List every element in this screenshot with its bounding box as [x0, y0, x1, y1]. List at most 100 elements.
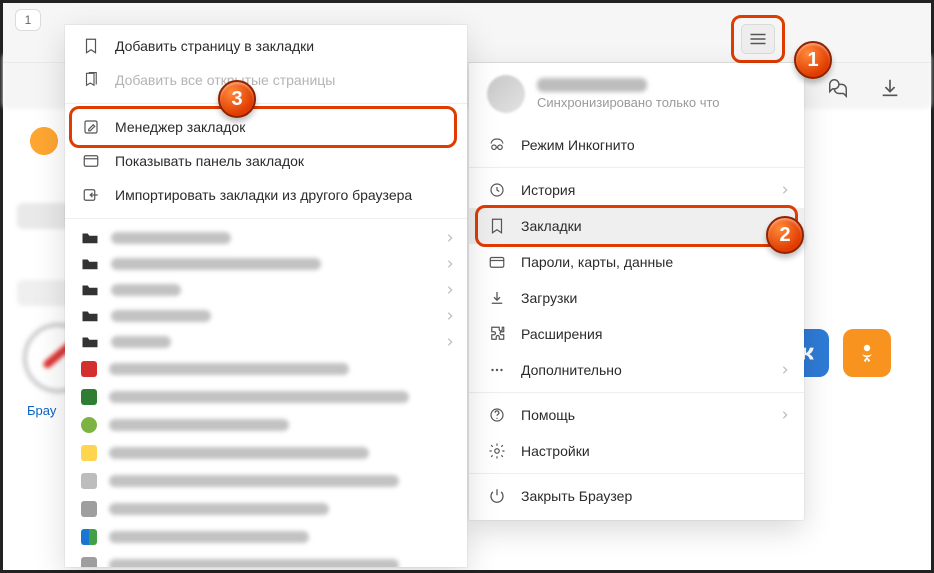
- callout-badge-2: 2: [766, 216, 804, 254]
- favicon-icon: [81, 361, 97, 377]
- folder-icon: [81, 335, 99, 349]
- favicon-icon: [81, 501, 97, 517]
- bookmark-item[interactable]: [65, 355, 467, 383]
- chevron-right-icon: [780, 182, 790, 198]
- menu-label: Настройки: [521, 443, 590, 459]
- bookmark-folder[interactable]: [65, 225, 467, 251]
- folder-label: [111, 284, 181, 296]
- user-profile-row[interactable]: Синхронизировано только что: [469, 63, 804, 127]
- submenu-label: Менеджер закладок: [115, 119, 245, 135]
- panel-icon: [81, 152, 101, 170]
- menu-help[interactable]: Помощь: [469, 397, 804, 433]
- chevron-right-icon: [780, 362, 790, 378]
- chevron-right-icon: [445, 334, 455, 350]
- menu-label: История: [521, 182, 575, 198]
- bookmark-label: [109, 391, 409, 403]
- bookmark-label: [109, 419, 289, 431]
- bookmark-item[interactable]: [65, 467, 467, 495]
- bookmark-item[interactable]: [65, 551, 467, 567]
- menu-settings[interactable]: Настройки: [469, 433, 804, 469]
- favicon-icon: [81, 417, 97, 433]
- favicon-icon: [81, 445, 97, 461]
- folder-label: [111, 310, 211, 322]
- folder-label: [111, 232, 231, 244]
- submenu-import[interactable]: Импортировать закладки из другого браузе…: [65, 178, 467, 212]
- tab-counter[interactable]: 1: [15, 9, 41, 31]
- menu-label: Дополнительно: [521, 362, 622, 378]
- menu-label: Режим Инкогнито: [521, 137, 635, 153]
- folder-icon: [81, 257, 99, 271]
- puzzle-icon: [487, 325, 507, 343]
- downloads-toolbar-icon[interactable]: [879, 77, 901, 99]
- bookmark-folder[interactable]: [65, 329, 467, 355]
- menu-label: Помощь: [521, 407, 575, 423]
- edit-box-icon: [81, 118, 101, 136]
- bookmark-item[interactable]: [65, 495, 467, 523]
- chevron-right-icon: [445, 282, 455, 298]
- bookmark-outline-icon: [81, 37, 101, 55]
- folder-label: [111, 336, 171, 348]
- submenu-add-all: Добавить все открытые страницы: [65, 63, 467, 97]
- menu-passwords[interactable]: Пароли, карты, данные: [469, 244, 804, 280]
- submenu-label: Показывать панель закладок: [115, 153, 304, 169]
- bookmark-label: [109, 531, 309, 543]
- bookmark-item[interactable]: [65, 411, 467, 439]
- chevron-right-icon: [445, 230, 455, 246]
- favicon-icon: [81, 389, 97, 405]
- ok-shortcut[interactable]: [843, 329, 891, 377]
- menu-label: Загрузки: [521, 290, 577, 306]
- site-favicon: [27, 124, 61, 158]
- bookmark-item[interactable]: [65, 383, 467, 411]
- callout-badge-3: 3: [218, 80, 256, 118]
- menu-history[interactable]: История: [469, 172, 804, 208]
- submenu-label: Импортировать закладки из другого браузе…: [115, 187, 412, 203]
- bookmark-folder[interactable]: [65, 251, 467, 277]
- folder-icon: [81, 231, 99, 245]
- menu-downloads[interactable]: Загрузки: [469, 280, 804, 316]
- history-icon: [487, 181, 507, 199]
- bookmark-icon: [487, 217, 507, 235]
- bookmark-label: [109, 503, 329, 515]
- submenu-label: Добавить страницу в закладки: [115, 38, 314, 54]
- favicon-icon: [81, 557, 97, 567]
- submenu-show-bar[interactable]: Показывать панель закладок: [65, 144, 467, 178]
- menu-incognito[interactable]: Режим Инкогнито: [469, 127, 804, 163]
- submenu-add-page[interactable]: Добавить страницу в закладки: [65, 29, 467, 63]
- incognito-icon: [487, 136, 507, 154]
- menu-bookmarks[interactable]: Закладки: [469, 208, 804, 244]
- help-icon: [487, 406, 507, 424]
- import-icon: [81, 186, 101, 204]
- favicon-icon: [81, 529, 97, 545]
- chevron-right-icon: [780, 407, 790, 423]
- bookmark-label: [109, 363, 349, 375]
- folder-label: [111, 258, 321, 270]
- bookmarks-submenu: Добавить страницу в закладки Добавить вс…: [65, 25, 467, 567]
- download-icon: [487, 289, 507, 307]
- menu-extensions[interactable]: Расширения: [469, 316, 804, 352]
- feedback-icon[interactable]: [827, 77, 849, 99]
- chevron-right-icon: [445, 256, 455, 272]
- bookmark-item[interactable]: [65, 439, 467, 467]
- menu-label: Пароли, карты, данные: [521, 254, 673, 270]
- chevron-right-icon: [445, 308, 455, 324]
- dots-icon: [487, 361, 507, 379]
- menu-label: Расширения: [521, 326, 602, 342]
- folder-icon: [81, 283, 99, 297]
- page-link-text: Брау: [27, 403, 56, 418]
- card-icon: [487, 253, 507, 271]
- bookmark-folder[interactable]: [65, 303, 467, 329]
- bookmark-folder[interactable]: [65, 277, 467, 303]
- bookmark-label: [109, 559, 399, 567]
- user-name: [537, 78, 647, 92]
- callout-frame-1: [731, 15, 785, 63]
- callout-badge-1: 1: [794, 41, 832, 79]
- menu-more[interactable]: Дополнительно: [469, 352, 804, 388]
- bookmark-item[interactable]: [65, 523, 467, 551]
- favicon-icon: [81, 473, 97, 489]
- menu-close-browser[interactable]: Закрыть Браузер: [469, 478, 804, 514]
- submenu-bookmark-manager[interactable]: Менеджер закладок: [65, 110, 467, 144]
- bookmarks-stack-icon: [81, 71, 101, 89]
- bookmark-label: [109, 447, 369, 459]
- main-menu: Синхронизировано только что Режим Инкогн…: [469, 63, 804, 520]
- sync-status: Синхронизировано только что: [537, 95, 720, 110]
